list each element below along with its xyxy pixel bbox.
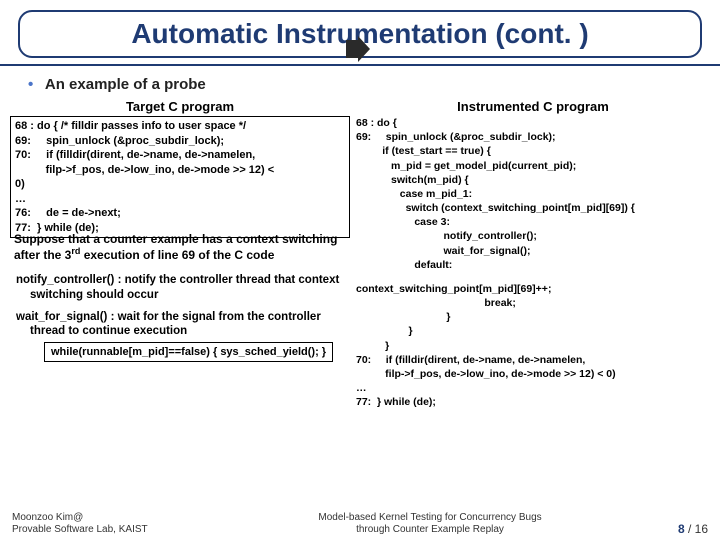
caption-post: execution of line 69 of the C code: [80, 248, 274, 262]
content-columns: Target C program 68 : do { /* filldir pa…: [0, 99, 720, 409]
instrumented-code-top: 68 : do { 69: spin_unlock (&proc_subdir_…: [356, 116, 710, 272]
footer-page: 8 / 16: [648, 522, 708, 536]
slide-title: Automatic Instrumentation (cont. ): [30, 18, 690, 50]
wait-block: wait_for_signal() : wait for the signal …: [10, 306, 350, 368]
left-caption: Suppose that a counter example has a con…: [10, 232, 350, 263]
page-current: 8: [678, 522, 685, 536]
left-column: Target C program 68 : do { /* filldir pa…: [10, 99, 350, 368]
instrumented-code-bottom: context_switching_point[m_pid][69]++; br…: [356, 282, 710, 410]
right-heading: Instrumented C program: [356, 99, 710, 114]
wait-head: wait_for_signal() :: [16, 311, 114, 323]
right-column: Instrumented C program 68 : do { 69: spi…: [356, 99, 710, 409]
footer-left: Moonzoo Kim@ Provable Software Lab, KAIS…: [12, 512, 212, 536]
wait-snippet-box: while(runnable[m_pid]==false) { sys_sche…: [44, 342, 333, 362]
target-code-box: 68 : do { /* filldir passes info to user…: [10, 116, 350, 238]
page-sep: /: [685, 522, 695, 536]
title-pill: Automatic Instrumentation (cont. ): [18, 10, 702, 58]
bullet-text: An example of a probe: [45, 76, 206, 93]
bullet-item: • An example of a probe: [0, 70, 720, 99]
notify-block: notify_controller() : notify the control…: [10, 269, 350, 306]
caption-sup: rd: [71, 246, 80, 256]
bullet-dot-icon: •: [28, 76, 33, 93]
footer-author: Moonzoo Kim@: [12, 512, 212, 524]
footer-title1: Model-based Kernel Testing for Concurren…: [212, 512, 648, 524]
footer-center: Model-based Kernel Testing for Concurren…: [212, 512, 648, 536]
left-heading: Target C program: [10, 99, 350, 114]
notify-head: notify_controller() :: [16, 274, 121, 286]
page-total: 16: [695, 522, 708, 536]
footer-affiliation: Provable Software Lab, KAIST: [12, 524, 212, 536]
footer-title2: through Counter Example Replay: [212, 524, 648, 536]
footer: Moonzoo Kim@ Provable Software Lab, KAIS…: [0, 512, 720, 536]
title-bar: Automatic Instrumentation (cont. ): [0, 0, 720, 66]
